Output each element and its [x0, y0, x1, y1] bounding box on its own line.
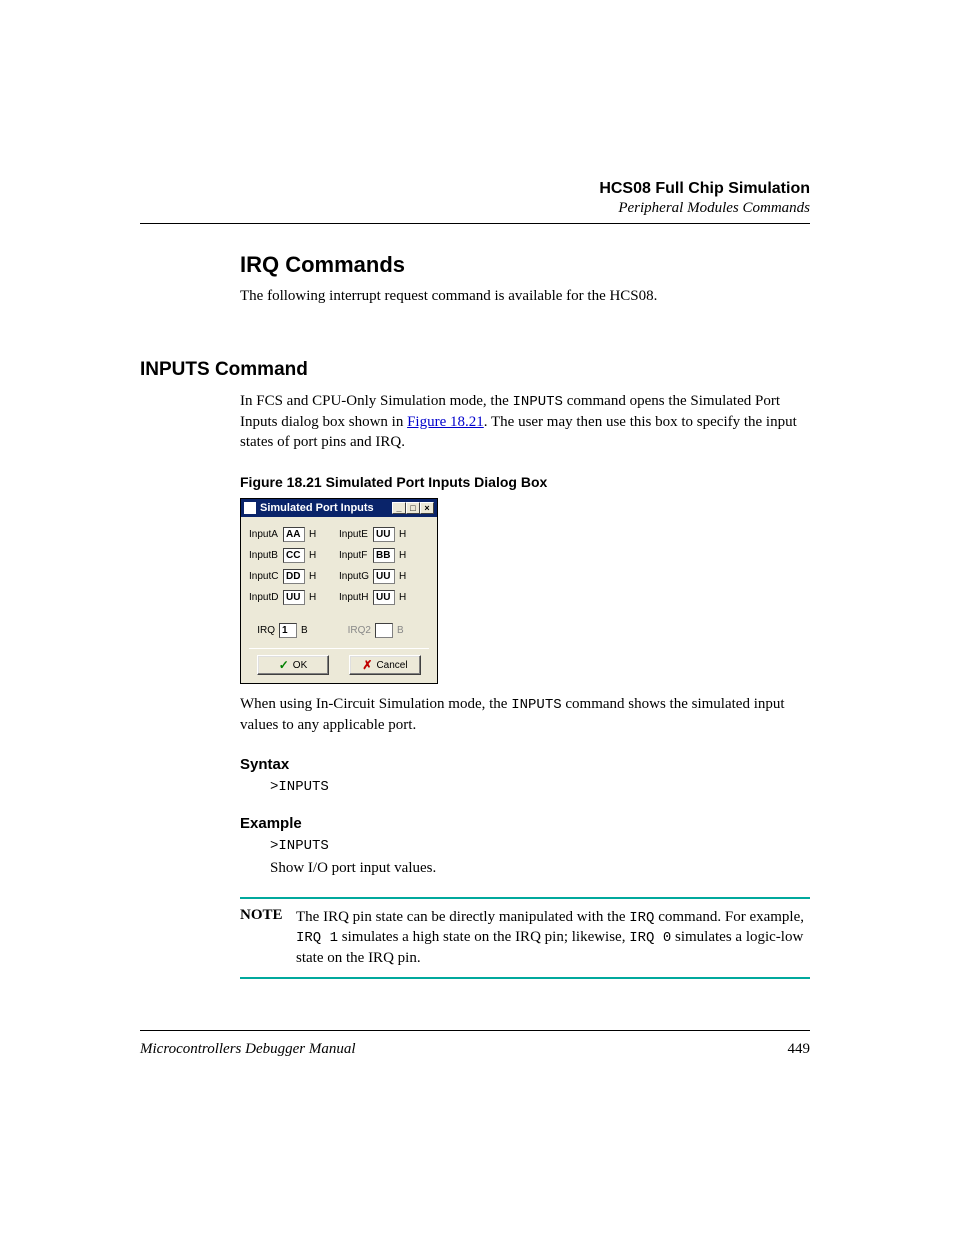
heading-irq-commands: IRQ Commands — [240, 252, 810, 278]
input-row: InputEH — [339, 527, 407, 542]
minimize-button[interactable]: _ — [392, 502, 406, 514]
input-h-field[interactable] — [373, 590, 395, 605]
code-inline: IRQ 1 — [296, 930, 338, 946]
cross-icon: ✗ — [362, 658, 372, 672]
simulated-port-inputs-dialog: Simulated Port Inputs _ □ × InputAH Inpu… — [240, 498, 438, 684]
inputs-description-2: When using In-Circuit Simulation mode, t… — [240, 694, 810, 735]
note-block: NOTE The IRQ pin state can be directly m… — [240, 907, 810, 969]
example-code: >INPUTS — [270, 838, 810, 854]
figure-caption: Figure 18.21 Simulated Port Inputs Dialo… — [240, 474, 810, 490]
page-number: 449 — [788, 1041, 811, 1058]
syntax-heading: Syntax — [240, 756, 810, 773]
irq2-block: IRQ2B — [345, 623, 405, 638]
code-inline: INPUTS — [511, 697, 561, 713]
input-g-field[interactable] — [373, 569, 395, 584]
irq-field[interactable] — [279, 623, 297, 638]
input-f-field[interactable] — [373, 548, 395, 563]
dialog-title: Simulated Port Inputs — [260, 502, 392, 514]
app-icon — [244, 502, 256, 514]
close-button[interactable]: × — [420, 502, 434, 514]
input-row: InputCH — [249, 569, 317, 584]
syntax-code: >INPUTS — [270, 779, 810, 795]
note-body: The IRQ pin state can be directly manipu… — [296, 907, 810, 969]
input-row: InputGH — [339, 569, 407, 584]
check-icon: ✓ — [279, 658, 289, 672]
input-c-field[interactable] — [283, 569, 305, 584]
irq2-field — [375, 623, 393, 638]
note-rule-bottom — [240, 977, 810, 979]
input-row: InputFH — [339, 548, 407, 563]
heading-inputs-command: INPUTS Command — [140, 359, 810, 381]
header-rule — [140, 223, 810, 224]
inputs-description-1: In FCS and CPU-Only Simulation mode, the… — [240, 391, 810, 452]
code-inline: IRQ — [629, 910, 654, 926]
input-row: InputAH — [249, 527, 317, 542]
cancel-button[interactable]: ✗Cancel — [349, 655, 421, 675]
input-b-field[interactable] — [283, 548, 305, 563]
input-row: InputDH — [249, 590, 317, 605]
example-heading: Example — [240, 815, 810, 832]
irq-block: IRQB — [249, 623, 309, 638]
ok-button[interactable]: ✓OK — [257, 655, 329, 675]
example-description: Show I/O port input values. — [270, 860, 810, 877]
input-e-field[interactable] — [373, 527, 395, 542]
dialog-titlebar: Simulated Port Inputs _ □ × — [241, 499, 437, 517]
chapter-title: HCS08 Full Chip Simulation — [140, 180, 810, 198]
maximize-button[interactable]: □ — [406, 502, 420, 514]
input-d-field[interactable] — [283, 590, 305, 605]
input-row: InputBH — [249, 548, 317, 563]
section-title: Peripheral Modules Commands — [140, 200, 810, 217]
input-a-field[interactable] — [283, 527, 305, 542]
footer-rule — [140, 1030, 810, 1031]
page-footer: Microcontrollers Debugger Manual 449 — [140, 1030, 810, 1058]
page-header: HCS08 Full Chip Simulation Peripheral Mo… — [140, 180, 810, 217]
input-row: InputHH — [339, 590, 407, 605]
input-column-left: InputAH InputBH InputCH InputDH — [249, 527, 317, 605]
code-inline: INPUTS — [513, 394, 563, 410]
note-rule-top — [240, 897, 810, 899]
note-label: NOTE — [240, 907, 296, 969]
intro-paragraph: The following interrupt request command … — [240, 288, 810, 305]
code-inline: IRQ 0 — [629, 930, 671, 946]
input-column-right: InputEH InputFH InputGH InputHH — [339, 527, 407, 605]
figure-link[interactable]: Figure 18.21 — [407, 414, 484, 430]
footer-doc-title: Microcontrollers Debugger Manual — [140, 1041, 356, 1058]
